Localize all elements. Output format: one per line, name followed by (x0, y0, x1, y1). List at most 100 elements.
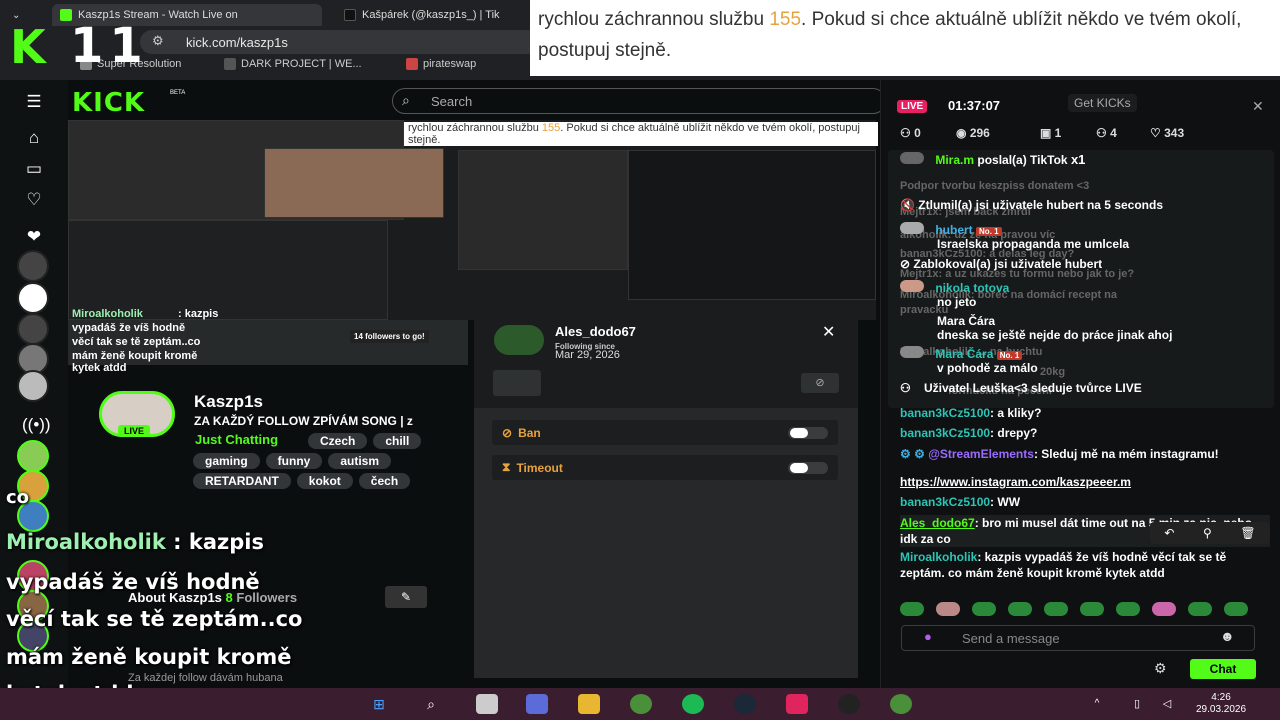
pinned-event: 🔇 Ztlumil(a) jsi uživatele hubert na 5 s… (900, 197, 1260, 213)
pin-icon[interactable]: ⚲ (1203, 526, 1212, 540)
gear-icon[interactable]: ⚙ (1154, 660, 1167, 677)
chrome-icon[interactable] (890, 694, 912, 714)
chat-send-button[interactable]: Chat (1190, 659, 1256, 679)
site-info-icon[interactable]: ⚙ (152, 33, 164, 49)
kick-logo[interactable]: KICK (72, 88, 145, 118)
address-bar[interactable]: kick.com/kaszp1s (140, 30, 540, 54)
home-icon[interactable]: ⌂ (22, 127, 46, 149)
chevron-up-icon[interactable]: ^ (1086, 694, 1108, 714)
timeout-toggle[interactable] (788, 461, 828, 474)
channel-avatar[interactable] (17, 370, 49, 402)
profile-username[interactable]: Ales_dodo67 (555, 324, 636, 339)
chat-username[interactable]: Ales_dodo67 (900, 516, 975, 530)
live-pill: LIVE (897, 100, 928, 113)
chat-message: ⚙ ⚙ @StreamElements: Sleduj mě na mém in… (900, 446, 1260, 462)
emote[interactable] (900, 602, 924, 616)
volume-icon[interactable]: ◁ (1156, 694, 1178, 714)
chat-username[interactable]: banan3kCz5100 (900, 495, 990, 509)
tag-chip[interactable]: funny (265, 453, 323, 469)
menu-icon[interactable]: ☰ (22, 91, 46, 113)
chat-username[interactable]: @StreamElements (928, 447, 1034, 461)
tiktok-icon[interactable] (786, 694, 808, 714)
channel-avatar[interactable] (17, 250, 49, 282)
emote[interactable] (1080, 602, 1104, 616)
chat-input[interactable]: Send a message (901, 625, 1255, 651)
browse-icon[interactable]: ▭ (22, 158, 46, 180)
stream-player[interactable] (68, 120, 876, 320)
mute-button[interactable]: ⊘ (801, 373, 839, 393)
folder-icon[interactable] (578, 694, 600, 714)
emote[interactable] (1152, 602, 1176, 616)
heart-icon[interactable]: ❤ (22, 226, 46, 248)
chat-username[interactable]: banan3kCz5100 (900, 406, 990, 420)
chat-username[interactable]: Mira.m (935, 153, 974, 167)
users-icon: ⚇ (1096, 126, 1111, 140)
channel-avatar[interactable] (17, 313, 49, 345)
chat-username[interactable]: Miroalkoholik (900, 550, 977, 564)
channel-avatar[interactable] (17, 282, 49, 314)
obs-icon[interactable] (838, 694, 860, 714)
emote[interactable] (972, 602, 996, 616)
edit-button[interactable]: ✎ (385, 586, 427, 608)
clock-time: 4:26 (1211, 692, 1231, 703)
reply-icon[interactable]: ↶ (1164, 526, 1174, 540)
chat-identity-icon[interactable]: ● (924, 629, 932, 644)
overlay-chat-line: vypadáš že víš hodně (6, 570, 260, 594)
emote[interactable] (1188, 602, 1212, 616)
ban-toggle[interactable] (788, 426, 828, 439)
channel-avatar[interactable] (17, 440, 49, 472)
chat-username[interactable]: nikola totova (935, 281, 1009, 295)
emote[interactable] (1008, 602, 1032, 616)
bookmark-icon (224, 58, 236, 70)
overlay-chat-text: : kazpis (165, 530, 264, 554)
chat-link[interactable]: https://www.instagram.com/kaszpeeer.m (900, 475, 1131, 489)
delete-icon[interactable]: 🗑 (1240, 526, 1255, 540)
search-input[interactable]: Search (392, 88, 886, 114)
system-clock[interactable]: 4:26 29.03.2026 (1196, 692, 1246, 716)
network-icon[interactable]: ▯ (1126, 694, 1148, 714)
tag-chip[interactable]: Czech (308, 433, 368, 449)
emote[interactable] (936, 602, 960, 616)
bookmark-pirateswap[interactable]: pirateswap (406, 58, 476, 70)
following-icon[interactable]: ♡ (22, 189, 46, 211)
chrome-icon[interactable] (630, 694, 652, 714)
tag-chip[interactable]: RETARDANT (193, 473, 291, 489)
close-icon[interactable]: ✕ (1252, 98, 1264, 115)
ghost-chat-name: Miroalkoholik (72, 308, 143, 320)
start-icon[interactable]: ⊞ (368, 694, 390, 714)
search-icon[interactable]: ⌕ (420, 694, 442, 714)
tag-chip[interactable]: kokot (296, 473, 353, 489)
robot-icon: ⚙ ⚙ (900, 447, 929, 461)
category-link[interactable]: Just Chatting (195, 432, 278, 447)
chat-message: banan3kCz5100: WW (900, 494, 1260, 510)
tag-chip[interactable]: gaming (193, 453, 260, 469)
spotify-icon[interactable] (682, 694, 704, 714)
emote[interactable] (1044, 602, 1068, 616)
task-view-icon[interactable] (476, 694, 498, 714)
ban-row[interactable]: ⊘ Ban (492, 420, 838, 445)
eye-icon: ◉ (956, 126, 970, 140)
profile-action-button[interactable] (493, 370, 541, 396)
tab-tiktok[interactable]: Kašpárek (@kaszp1s_) | Tik (336, 4, 532, 26)
streamer-name[interactable]: Kaszp1s (194, 392, 263, 412)
mute-icon: 🔇 (900, 198, 919, 212)
tag-chip[interactable]: autism (328, 453, 392, 469)
overlay-chat-fragment: co (6, 487, 30, 508)
timeout-row[interactable]: ⧗ Timeout (492, 455, 838, 480)
likes-stat: ♡ 343 (1150, 126, 1184, 140)
emote[interactable] (1224, 602, 1248, 616)
teams-icon[interactable] (526, 694, 548, 714)
chat-username[interactable]: banan3kCz5100 (900, 426, 990, 440)
chat-username[interactable]: Mara Čára (935, 347, 993, 361)
tag-chip[interactable]: chill (373, 433, 422, 449)
tag-chip[interactable]: čech (358, 473, 411, 489)
tag-row: Czech chill (308, 432, 458, 450)
live-radio-icon[interactable]: ((•)) (22, 414, 51, 436)
steam-icon[interactable] (734, 694, 756, 714)
close-icon[interactable]: ✕ (822, 322, 835, 342)
emote[interactable] (1116, 602, 1140, 616)
get-kicks-button[interactable]: Get KICKs (1068, 94, 1137, 112)
chat-username[interactable]: hubert (935, 223, 972, 237)
emoji-icon[interactable]: ☻ (1220, 628, 1235, 644)
bookmark-dark-project[interactable]: DARK PROJECT | WE... (224, 58, 362, 70)
